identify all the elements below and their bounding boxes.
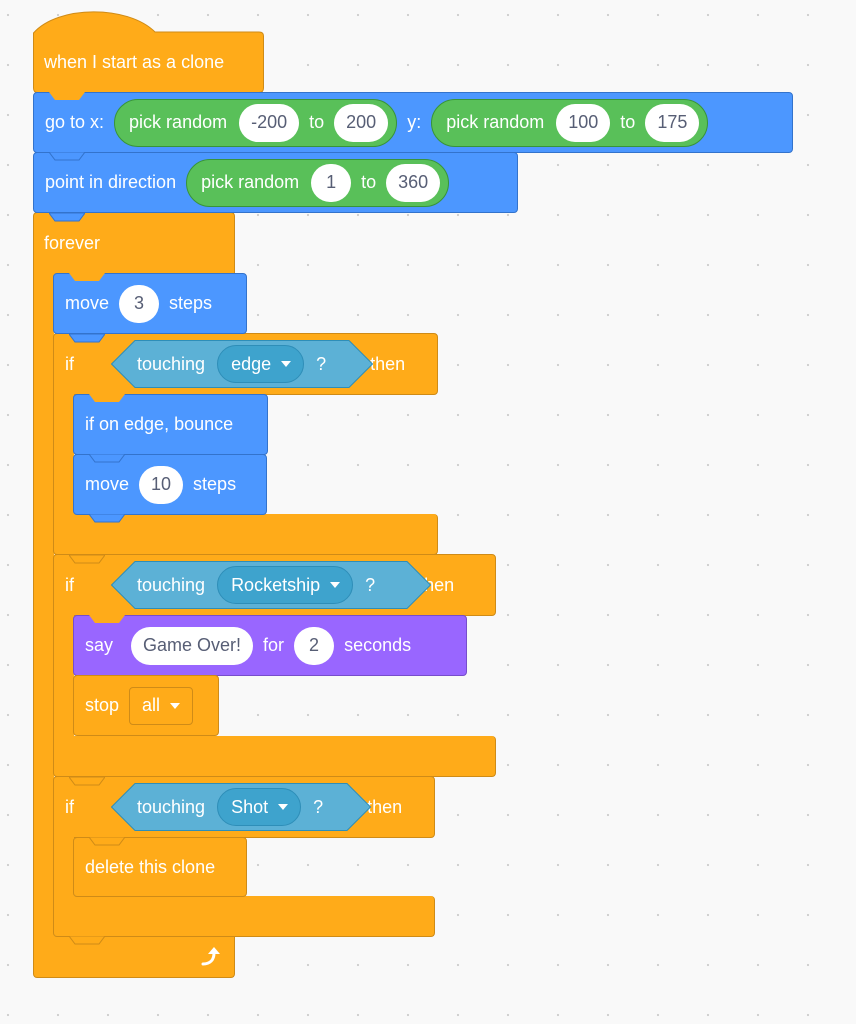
touching-shot-condition[interactable]: touching Shot ?: [111, 783, 371, 831]
if-header[interactable]: if touching Rocketship ? then: [53, 554, 496, 616]
to-label: to: [361, 172, 377, 192]
hat-block-when-start-as-clone[interactable]: when I start as a clone: [33, 11, 264, 93]
touching-label: touching: [137, 796, 206, 817]
if-arm: [53, 390, 74, 520]
if-footer: [53, 896, 435, 945]
x-from-input[interactable]: -200: [239, 103, 300, 142]
chevron-down-icon: [170, 702, 181, 709]
move-3-steps-block[interactable]: move 3 steps: [53, 273, 247, 334]
seconds-label: seconds: [344, 635, 412, 655]
pick-random-label: pick random: [446, 112, 545, 132]
notch: [49, 213, 85, 222]
delete-this-clone-block[interactable]: delete this clone: [73, 837, 247, 897]
tab: [89, 514, 125, 523]
forever-header[interactable]: forever: [33, 212, 235, 274]
pick-random-y-reporter[interactable]: pick random 100 to 175: [431, 98, 709, 147]
hat-label: when I start as a clone: [44, 52, 225, 72]
x-to-input[interactable]: 200: [334, 103, 389, 142]
y-to-input[interactable]: 175: [645, 103, 700, 142]
pick-random-direction-reporter[interactable]: pick random 1 to 360: [186, 158, 450, 207]
tab: [69, 936, 105, 945]
touching-target-dropdown[interactable]: Shot: [217, 788, 302, 826]
seconds-input[interactable]: 2: [294, 626, 335, 665]
touching-target-dropdown[interactable]: edge: [217, 345, 305, 383]
notch: [89, 837, 125, 846]
for-label: for: [263, 635, 285, 655]
stop-label: stop: [85, 695, 120, 715]
notch: [69, 273, 105, 282]
direction-to-input[interactable]: 360: [386, 163, 441, 202]
forever-label: forever: [44, 233, 101, 253]
steps-input[interactable]: 3: [119, 284, 160, 323]
notch: [49, 92, 85, 101]
dropdown-value: edge: [231, 353, 272, 374]
notch: [69, 334, 105, 343]
if-arm: [53, 610, 74, 742]
direction-from-input[interactable]: 1: [311, 163, 352, 202]
if-label: if: [65, 353, 74, 374]
point-label: point in direction: [45, 172, 177, 192]
if-arm: [53, 832, 74, 904]
pick-random-x-reporter[interactable]: pick random -200 to 200: [114, 98, 398, 147]
question-mark: ?: [316, 353, 327, 374]
pick-random-label: pick random: [201, 172, 300, 192]
touching-target-dropdown[interactable]: Rocketship: [217, 566, 354, 604]
go-to-x-label: go to x:: [45, 112, 105, 132]
dropdown-value: Shot: [231, 796, 269, 817]
stop-option-dropdown[interactable]: all: [129, 686, 194, 725]
forever-arm: [33, 260, 54, 940]
message-input[interactable]: Game Over!: [131, 626, 254, 665]
go-to-xy-block[interactable]: go to x: pick random -200 to 200 y: pick…: [33, 92, 793, 153]
y-from-input[interactable]: 100: [556, 103, 611, 142]
if-label: if: [65, 574, 74, 595]
if-label: if: [65, 796, 74, 817]
touching-label: touching: [137, 574, 206, 595]
notch: [89, 615, 125, 624]
if-on-edge-bounce-block[interactable]: if on edge, bounce: [73, 394, 268, 455]
to-label: to: [309, 112, 325, 132]
notch: [89, 454, 125, 463]
steps-input[interactable]: 10: [139, 465, 184, 504]
stop-all-block[interactable]: stop all: [73, 675, 219, 736]
to-label: to: [620, 112, 636, 132]
notch: [49, 152, 85, 161]
then-label: then: [370, 353, 406, 374]
if-header[interactable]: if touching Shot ? then: [53, 776, 435, 838]
notch: [69, 555, 105, 564]
if-footer: [53, 736, 496, 777]
point-in-direction-block[interactable]: point in direction pick random 1 to 360: [33, 152, 518, 213]
delete-clone-label: delete this clone: [85, 856, 216, 877]
dropdown-value: Rocketship: [231, 574, 321, 595]
chevron-down-icon: [278, 804, 289, 810]
chevron-down-icon: [330, 582, 341, 588]
touching-rocketship-condition[interactable]: touching Rocketship ?: [111, 561, 431, 609]
move-10-steps-block[interactable]: move 10 steps: [73, 454, 267, 523]
move-label: move: [65, 293, 110, 313]
then-label: then: [367, 796, 403, 817]
go-to-y-label: y:: [407, 112, 422, 132]
question-mark: ?: [313, 796, 324, 817]
say-for-seconds-block[interactable]: say Game Over! for 2 seconds: [73, 615, 467, 684]
move-label: move: [85, 474, 130, 494]
loop-arrow-icon: [201, 947, 220, 966]
touching-label: touching: [137, 353, 206, 374]
touching-edge-condition[interactable]: touching edge ?: [111, 340, 373, 388]
if-header[interactable]: if touching edge ? then: [53, 333, 438, 395]
bounce-label: if on edge, bounce: [85, 414, 234, 434]
steps-label: steps: [169, 293, 213, 313]
notch: [69, 777, 105, 786]
chevron-down-icon: [281, 361, 292, 367]
steps-label: steps: [193, 474, 237, 494]
notch: [89, 394, 125, 403]
say-label: say: [85, 635, 114, 655]
question-mark: ?: [365, 574, 376, 595]
pick-random-label: pick random: [129, 112, 228, 132]
dropdown-value: all: [142, 695, 161, 715]
